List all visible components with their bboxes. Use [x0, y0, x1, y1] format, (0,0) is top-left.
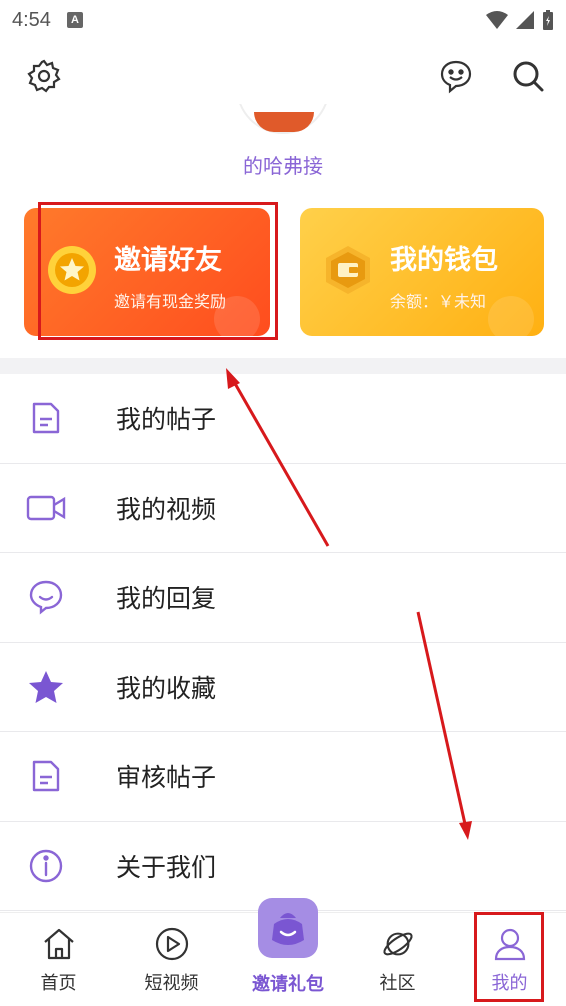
review-document-icon: [24, 758, 68, 794]
menu-item-review-posts[interactable]: 审核帖子: [0, 732, 566, 822]
menu-item-my-posts[interactable]: 我的帖子: [0, 374, 566, 464]
wallet-card[interactable]: 我的钱包 余额：￥未知: [300, 208, 544, 336]
menu-item-my-videos[interactable]: 我的视频: [0, 464, 566, 553]
section-divider: [0, 358, 566, 374]
menu-label: 审核帖子: [116, 763, 217, 793]
tab-label: 社区: [379, 973, 416, 994]
menu-label: 我的回复: [116, 584, 217, 614]
menu-label: 我的视频: [116, 494, 217, 524]
tab-community[interactable]: 社区: [341, 913, 454, 1006]
profile-menu: 我的帖子 我的视频 我的回复 我的收藏 审核帖子 关于我们: [0, 374, 566, 911]
document-icon: [24, 400, 68, 436]
top-bar: [0, 48, 566, 104]
wallet-card-subtitle: 余额：￥未知: [390, 292, 487, 311]
invite-card-highlight: [38, 202, 278, 340]
menu-label: 关于我们: [116, 852, 217, 882]
search-icon[interactable]: [510, 58, 546, 94]
tab-invite-gift[interactable]: 邀请礼包: [230, 894, 346, 1006]
battery-icon: [543, 10, 553, 30]
status-right-icons: [486, 10, 554, 30]
wallet-card-title: 我的钱包: [390, 245, 498, 276]
notification-badge-icon: A: [66, 12, 83, 28]
video-camera-icon: [24, 490, 68, 526]
signal-icon: [516, 11, 534, 29]
tab-label: 短视频: [144, 973, 199, 994]
home-icon: [42, 927, 76, 961]
play-icon: [155, 927, 189, 961]
chat-icon[interactable]: [438, 58, 474, 94]
star-icon: [24, 669, 68, 705]
menu-item-my-favorites[interactable]: 我的收藏: [0, 643, 566, 732]
status-time: 4:54: [12, 8, 51, 31]
menu-item-my-replies[interactable]: 我的回复: [0, 553, 566, 643]
menu-label: 我的收藏: [116, 673, 217, 703]
wallet-icon: [322, 244, 374, 296]
avatar[interactable]: [236, 104, 330, 134]
wifi-icon: [486, 11, 508, 29]
gear-icon[interactable]: [26, 58, 62, 94]
status-bar: 4:54 A: [0, 0, 566, 40]
username[interactable]: 的哈弗接: [0, 150, 566, 179]
tab-label: 邀请礼包: [252, 974, 324, 995]
planet-icon: [381, 927, 415, 961]
tab-home[interactable]: 首页: [2, 913, 115, 1006]
wallet-decoration-icon: [488, 296, 534, 336]
mine-tab-highlight: [474, 912, 544, 1002]
tab-label: 首页: [40, 973, 77, 994]
menu-label: 我的帖子: [116, 405, 217, 435]
gift-bag-icon: [258, 898, 318, 958]
info-icon: [24, 848, 68, 884]
reply-bubble-icon: [24, 579, 68, 615]
tab-short-video[interactable]: 短视频: [115, 913, 228, 1006]
